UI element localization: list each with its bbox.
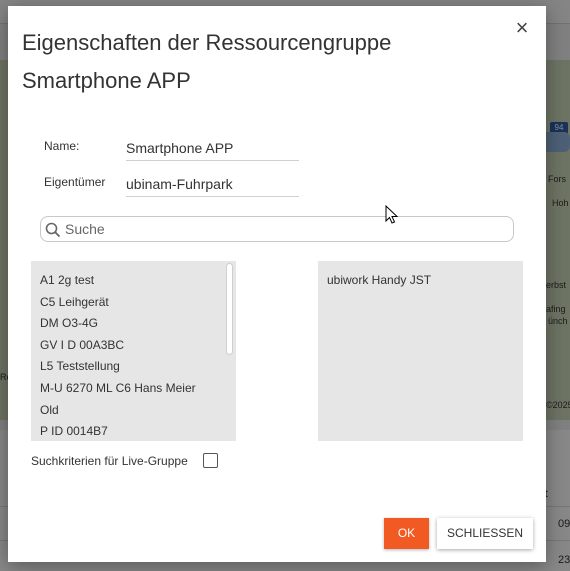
- list-item[interactable]: M-U 6270 ML C6 Hans Meier: [31, 378, 236, 400]
- list-item[interactable]: C5 Leihgerät: [31, 292, 236, 314]
- list-scrollbar[interactable]: [226, 263, 233, 355]
- list-item[interactable]: DM O3-4G: [31, 313, 236, 335]
- dialog-title-line2: Smartphone APP: [22, 68, 191, 93]
- dialog-title: Eigenschaften der Ressourcengruppe Smart…: [22, 24, 492, 100]
- list-item[interactable]: P ID 0014B7: [31, 421, 236, 441]
- owner-field[interactable]: ubinam-Fuhrpark: [126, 176, 299, 197]
- dialog-title-line1: Eigenschaften der Ressourcengruppe: [22, 30, 392, 55]
- group-members-list[interactable]: ubiwork Handy JST: [318, 261, 523, 441]
- search-input[interactable]: [63, 219, 503, 239]
- close-icon[interactable]: ×: [510, 16, 534, 40]
- search-icon: [45, 222, 61, 238]
- search-box: [40, 216, 514, 242]
- list-item[interactable]: Old: [31, 400, 236, 422]
- list-item[interactable]: ubiwork Handy JST: [318, 270, 523, 292]
- resource-group-properties-dialog: Eigenschaften der Ressourcengruppe Smart…: [8, 6, 546, 562]
- live-group-checkbox[interactable]: [203, 453, 218, 468]
- name-field[interactable]: Smartphone APP: [126, 140, 299, 161]
- list-item[interactable]: L5 Teststellung: [31, 356, 236, 378]
- name-label: Name:: [44, 139, 80, 153]
- list-item[interactable]: GV I D 00A3BC: [31, 335, 236, 357]
- list-item[interactable]: A1 2g test: [31, 270, 236, 292]
- live-group-label: Suchkriterien für Live-Gruppe: [31, 454, 188, 468]
- available-resources-list[interactable]: A1 2g test C5 Leihgerät DM O3-4G GV I D …: [31, 261, 236, 441]
- mouse-cursor-icon: [385, 205, 399, 224]
- close-button[interactable]: SCHLIESSEN: [437, 518, 533, 549]
- ok-button[interactable]: OK: [384, 518, 429, 549]
- owner-label: Eigentümer: [44, 175, 106, 189]
